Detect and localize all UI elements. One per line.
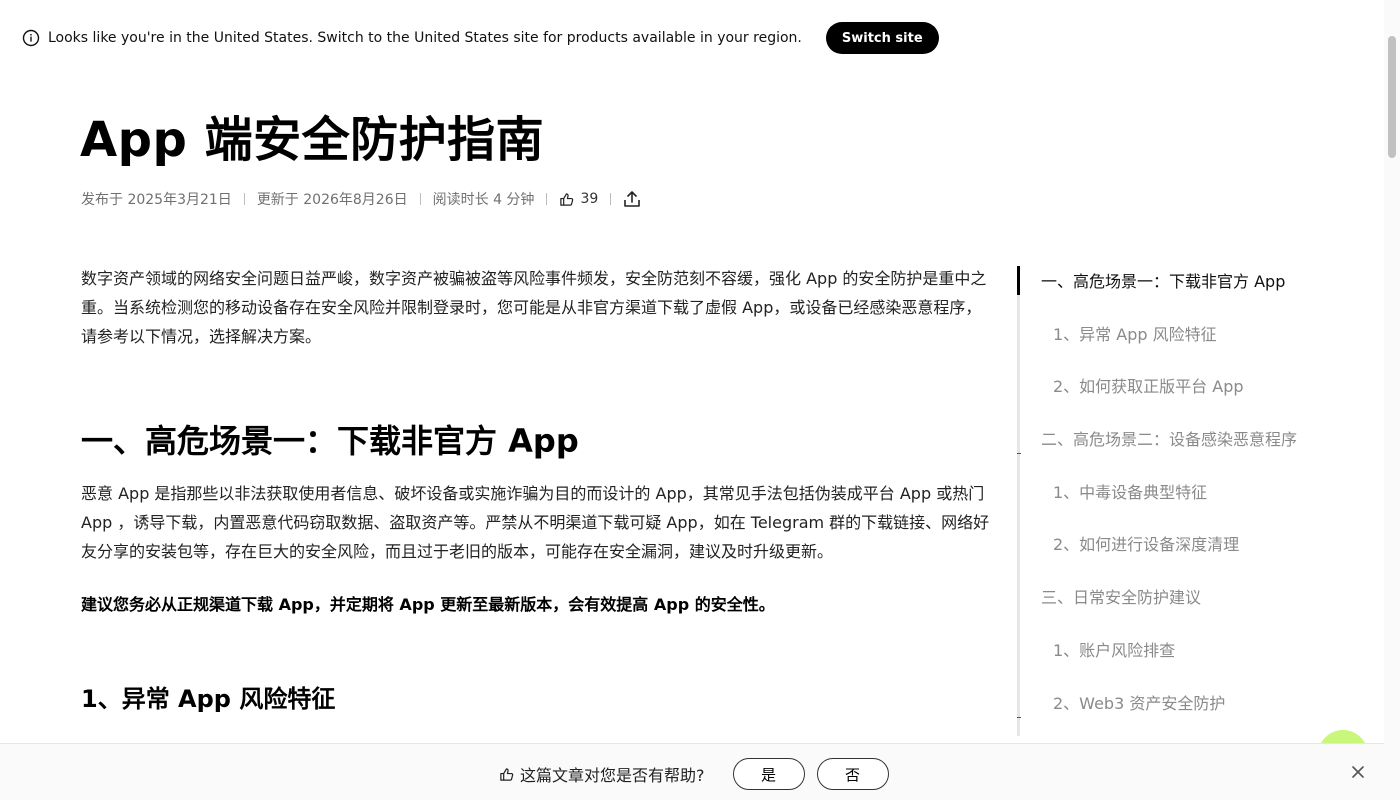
close-icon[interactable] bbox=[1350, 764, 1366, 780]
section-emphasis: 建议您务必从正规渠道下载 App，并定期将 App 更新至最新版本，会有效提高 … bbox=[81, 595, 775, 614]
toc-tick bbox=[1017, 717, 1021, 718]
updated-date: 更新于 2026年8月26日 bbox=[256, 192, 408, 208]
subsection-heading: 1、异常 App 风险特征 bbox=[81, 685, 336, 713]
intro-paragraph: 数字资产领域的网络安全问题日益严峻，数字资产被骗被盗等风险事件频发，安全防范刻不… bbox=[81, 269, 987, 346]
switch-site-button[interactable]: Switch site bbox=[825, 22, 939, 54]
feedback-yes-button[interactable]: 是 bbox=[732, 758, 805, 790]
toc-item[interactable]: 三、日常安全防护建议 bbox=[1041, 580, 1297, 633]
toc-active-indicator bbox=[1017, 266, 1020, 295]
toc-item[interactable]: 2、Web3 资产安全防护 bbox=[1041, 686, 1297, 739]
info-icon bbox=[22, 29, 40, 47]
toc-item[interactable]: 1、账户风险排查 bbox=[1041, 633, 1297, 686]
region-banner-message: Looks like you're in the United States. … bbox=[48, 30, 802, 46]
section-paragraph: 恶意 App 是指那些以非法获取使用者信息、破坏设备或实施诈骗为目的而设计的 A… bbox=[81, 484, 990, 561]
feedback-bar: 这篇文章对您是否有帮助? 是 否 bbox=[0, 743, 1384, 800]
toc-item[interactable]: 1、中毒设备典型特征 bbox=[1041, 475, 1297, 528]
toc-track bbox=[1017, 266, 1020, 736]
like-count: 39 bbox=[580, 191, 599, 207]
region-banner: Looks like you're in the United States. … bbox=[22, 22, 939, 54]
article-meta: 发布于 2025年3月21日 更新于 2026年8月26日 阅读时长 4 分钟 … bbox=[81, 186, 641, 212]
read-time: 阅读时长 4 分钟 bbox=[432, 192, 535, 208]
toc-item[interactable]: 一、高危场景一：下载非官方 App bbox=[1041, 264, 1297, 317]
published-date: 发布于 2025年3月21日 bbox=[81, 192, 232, 208]
meta-divider bbox=[546, 193, 548, 205]
feedback-question: 这篇文章对您是否有帮助? bbox=[520, 766, 705, 785]
meta-divider bbox=[243, 193, 245, 205]
article-body: 数字资产领域的网络安全问题日益严峻，数字资产被骗被盗等风险事件频发，安全防范刻不… bbox=[81, 264, 993, 715]
thumbs-up-icon bbox=[500, 767, 514, 781]
feedback-no-button[interactable]: 否 bbox=[816, 758, 889, 790]
meta-divider bbox=[419, 193, 421, 205]
share-button[interactable] bbox=[623, 190, 641, 208]
toc-item[interactable]: 1、异常 App 风险特征 bbox=[1041, 317, 1297, 370]
section-heading: 一、高危场景一：下载非官方 App bbox=[81, 422, 579, 460]
toc-tick bbox=[1017, 453, 1021, 454]
toc-item[interactable]: 2、如何进行设备深度清理 bbox=[1041, 527, 1297, 580]
page-scrollbar[interactable] bbox=[1384, 0, 1400, 800]
table-of-contents: 一、高危场景一：下载非官方 App 1、异常 App 风险特征 2、如何获取正版… bbox=[1017, 264, 1337, 744]
thumbs-up-icon bbox=[560, 192, 574, 206]
scrollbar-thumb[interactable] bbox=[1388, 36, 1396, 158]
share-icon bbox=[624, 191, 641, 207]
like-button[interactable]: 39 bbox=[559, 191, 598, 207]
meta-divider bbox=[610, 193, 612, 205]
page-title: App 端安全防护指南 bbox=[80, 112, 545, 168]
toc-item[interactable]: 二、高危场景二：设备感染恶意程序 bbox=[1041, 422, 1297, 475]
toc-item[interactable]: 2、如何获取正版平台 App bbox=[1041, 369, 1297, 422]
